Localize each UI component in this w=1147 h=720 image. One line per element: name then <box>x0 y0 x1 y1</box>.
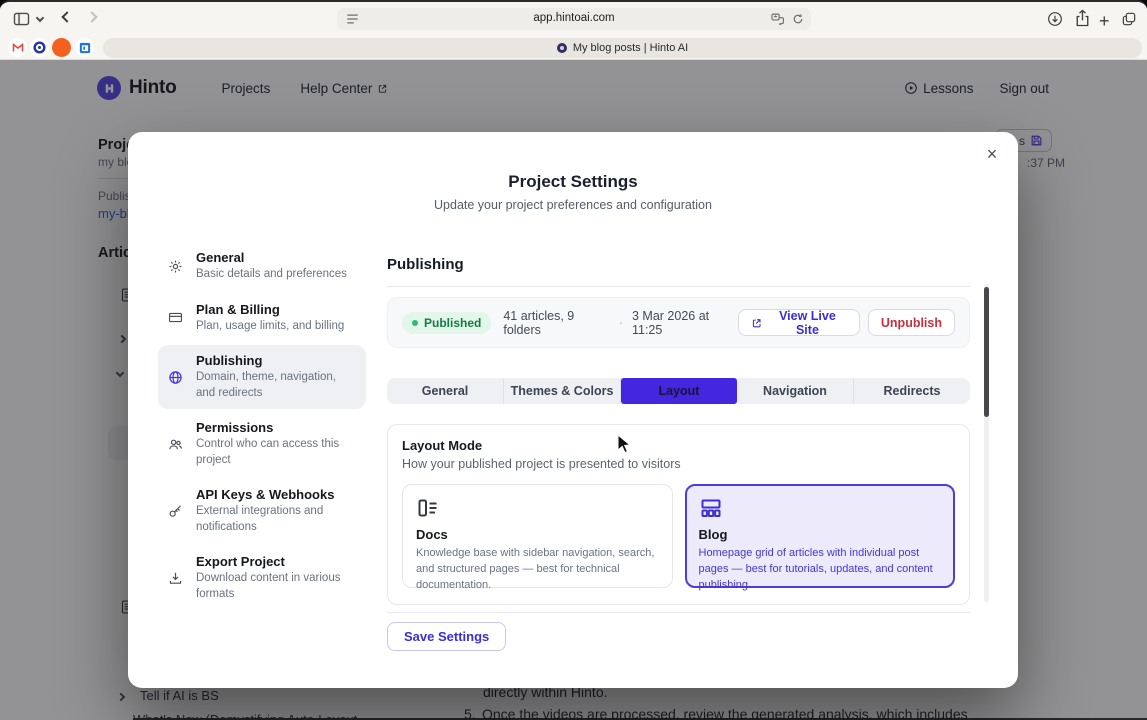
key-icon <box>168 487 186 535</box>
settings-nav-export[interactable]: Export Project Download content in vario… <box>158 546 366 610</box>
download-icon[interactable] <box>1047 11 1063 27</box>
save-settings-button[interactable]: Save Settings <box>387 622 506 651</box>
favicon-orange-circle[interactable] <box>52 38 71 57</box>
users-icon <box>168 420 186 468</box>
layout-mode-card: Layout Mode How your published project i… <box>387 424 970 605</box>
modal-subtitle: Update your project preferences and conf… <box>128 198 1018 212</box>
tab-layout[interactable]: Layout <box>621 378 737 404</box>
layout-mode-title: Layout Mode <box>402 438 955 453</box>
view-live-site-button[interactable]: View Live Site <box>738 309 860 336</box>
settings-nav-label: Plan & Billing <box>196 302 344 317</box>
sidebar-toggle-icon[interactable] <box>13 12 30 26</box>
tab-favicon <box>557 43 567 53</box>
settings-nav-label: Publishing <box>196 353 356 368</box>
url-text: app.hintoai.com <box>337 12 811 24</box>
publishing-tabs: General Themes & Colors Layout Navigatio… <box>387 378 970 404</box>
settings-nav-desc: Download content in various formats <box>196 571 356 602</box>
settings-nav-label: Export Project <box>196 554 356 569</box>
favicon-calendar[interactable] <box>75 38 94 57</box>
view-live-site-label: View Live Site <box>768 309 847 337</box>
gear-icon <box>168 250 186 283</box>
share-icon[interactable] <box>1075 9 1090 27</box>
unpublish-label: Unpublish <box>881 316 942 330</box>
content-divider <box>387 612 970 613</box>
external-link-icon <box>751 317 762 329</box>
settings-nav-desc: Control who can access this project <box>196 437 356 468</box>
settings-nav-plan-billing[interactable]: Plan & Billing Plan, usage limits, and b… <box>158 294 366 343</box>
status-counts: 41 articles, 9 folders <box>503 309 609 337</box>
tab-redirects[interactable]: Redirects <box>854 378 970 404</box>
status-separator: · <box>619 316 623 330</box>
modal-title: Project Settings <box>128 172 1018 192</box>
settings-nav-general[interactable]: General Basic details and preferences <box>158 242 366 291</box>
browser-tab[interactable]: My blog posts | Hinto AI <box>103 38 1142 58</box>
tab-title: My blog posts | Hinto AI <box>573 42 688 54</box>
close-icon[interactable]: × <box>980 142 1004 166</box>
globe-icon <box>168 353 186 401</box>
settings-nav-permissions[interactable]: Permissions Control who can access this … <box>158 412 366 476</box>
settings-content: Publishing Published 41 articles, 9 fold… <box>387 244 970 651</box>
layout-options: Docs Knowledge base with sidebar navigat… <box>402 484 955 588</box>
tab-navigation[interactable]: Navigation <box>737 378 854 404</box>
settings-nav-label: Permissions <box>196 420 356 435</box>
settings-nav-desc: Plan, usage limits, and billing <box>196 319 344 335</box>
layout-mode-description: How your published project is presented … <box>402 457 955 471</box>
back-icon[interactable] <box>63 13 71 21</box>
modal-scrollbar-thumb[interactable] <box>984 287 989 417</box>
layout-option-name: Blog <box>699 527 942 542</box>
settings-nav-label: General <box>196 250 347 265</box>
translate-icon[interactable] <box>771 13 784 25</box>
layout-option-name: Docs <box>416 527 659 542</box>
tab-overview-icon[interactable] <box>1121 11 1137 27</box>
docs-layout-icon <box>416 496 659 520</box>
unpublish-button[interactable]: Unpublish <box>868 309 955 336</box>
layout-option-docs[interactable]: Docs Knowledge base with sidebar navigat… <box>402 484 673 588</box>
blog-layout-icon <box>699 496 942 520</box>
tab-general[interactable]: General <box>387 378 504 404</box>
settings-nav-label: API Keys & Webhooks <box>196 487 356 502</box>
layout-option-blog[interactable]: Blog Homepage grid of articles with indi… <box>685 484 956 588</box>
settings-nav: General Basic details and preferences Pl… <box>158 242 366 613</box>
download-tray-icon <box>168 554 186 602</box>
favicon-gmail[interactable] <box>8 38 27 57</box>
settings-nav-publishing[interactable]: Publishing Domain, theme, navigation, an… <box>158 345 366 409</box>
status-badge-label: Published <box>424 316 481 330</box>
status-dot <box>412 320 418 326</box>
chevron-down-icon[interactable] <box>37 15 43 21</box>
publish-status-card: Published 41 articles, 9 folders · 3 Mar… <box>387 297 970 348</box>
screen: app.hintoai.com + <box>0 0 1147 720</box>
settings-nav-api-keys[interactable]: API Keys & Webhooks External integration… <box>158 479 366 543</box>
status-date: 3 Mar 2026 at 11:25 <box>632 309 738 337</box>
settings-nav-desc: Basic details and preferences <box>196 267 347 283</box>
favicon-blue-circle[interactable] <box>30 38 49 57</box>
settings-nav-desc: Domain, theme, navigation, and redirects <box>196 370 356 401</box>
new-tab-icon[interactable]: + <box>1099 11 1110 32</box>
layout-option-desc: Knowledge base with sidebar navigation, … <box>416 546 659 594</box>
modal-scrollbar-track[interactable] <box>984 284 989 602</box>
credit-card-icon <box>168 302 186 335</box>
project-settings-modal: × Project Settings Update your project p… <box>128 132 1018 688</box>
reload-icon[interactable] <box>792 13 804 25</box>
address-bar[interactable]: app.hintoai.com <box>337 8 811 30</box>
mouse-cursor <box>617 434 631 454</box>
status-badge: Published <box>402 312 491 334</box>
save-settings-label: Save Settings <box>404 629 489 644</box>
settings-nav-desc: External integrations and notifications <box>196 504 356 535</box>
forward-icon <box>88 13 96 21</box>
browser-chrome: app.hintoai.com + <box>0 2 1147 60</box>
tab-themes-colors[interactable]: Themes & Colors <box>504 378 621 404</box>
layout-option-desc: Homepage grid of articles with individua… <box>699 546 942 594</box>
section-heading: Publishing <box>387 244 970 287</box>
